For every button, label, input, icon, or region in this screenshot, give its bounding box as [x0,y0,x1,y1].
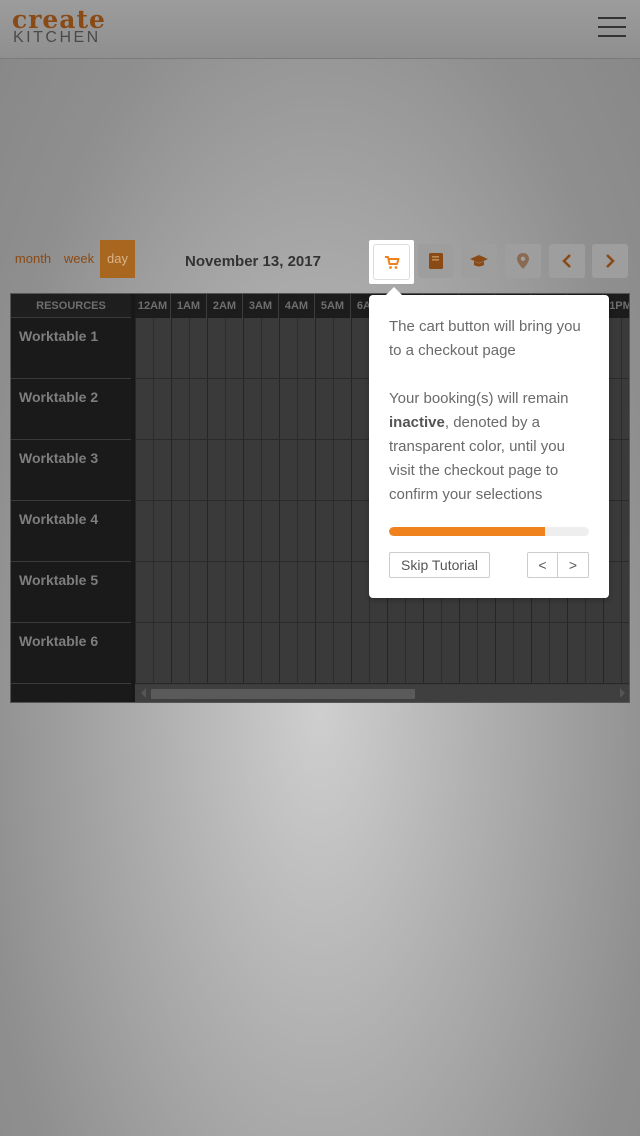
create-kitchen-logo[interactable]: create KITCHEN [12,7,122,50]
tutorial-prev-button[interactable]: < [527,552,558,578]
slot-divider [135,318,136,684]
slot-divider [297,318,298,684]
slot-divider [153,318,154,684]
hour-label: 3AM [243,294,279,318]
slot-divider [243,318,244,684]
tutorial-progress-bar [389,527,589,536]
slot-divider [207,318,208,684]
scroll-right-icon[interactable] [620,688,625,698]
logo-subtitle: KITCHEN [13,29,101,46]
resource-row: Worktable 1 [11,318,131,379]
row-divider [135,683,629,684]
book-button[interactable] [418,244,454,278]
slot-divider [333,318,334,684]
skip-tutorial-button[interactable]: Skip Tutorial [389,552,491,578]
tutorial-text-2: Your booking(s) will remain inactive, de… [389,390,569,503]
row-divider [135,622,629,623]
scrollbar-thumb[interactable] [151,689,415,699]
current-date-title: November 13, 2017 [185,253,321,270]
tutorial-next-button[interactable]: > [558,552,589,578]
hour-label: 1AM [171,294,207,318]
chevron-left-icon [562,254,571,268]
app-header: create KITCHEN [0,0,640,59]
resource-row: Worktable 6 [11,623,131,684]
classes-button[interactable] [461,244,497,278]
tutorial-nav: < > [527,552,589,578]
hour-label: 5AM [315,294,351,318]
resource-row: Worktable 4 [11,501,131,562]
slot-divider [189,318,190,684]
resource-row: Worktable 2 [11,379,131,440]
location-button[interactable] [505,244,541,278]
slot-divider [225,318,226,684]
hour-label: 4AM [279,294,315,318]
view-week-button[interactable]: week [60,240,98,278]
graduation-cap-icon [470,255,488,267]
slot-divider [315,318,316,684]
tutorial-progress-fill [389,527,545,536]
hamburger-icon[interactable] [598,17,628,41]
resource-row: Worktable 3 [11,440,131,501]
tutorial-highlight [369,240,414,284]
view-day-button[interactable]: day [100,240,135,278]
cart-button[interactable] [373,244,410,280]
slot-divider [351,318,352,684]
horizontal-scrollbar[interactable] [135,685,629,702]
slot-divider [621,318,622,684]
slot-divider [279,318,280,684]
tutorial-emphasis: inactive [389,414,445,431]
hour-label: 12AM [135,294,171,318]
view-month-button[interactable]: month [10,240,56,278]
tutorial-popover: The cart button will bring you to a chec… [369,287,609,598]
chevron-right-icon [606,254,615,268]
scroll-left-icon[interactable] [141,688,146,698]
book-icon [429,253,443,269]
tutorial-text-1: The cart button will bring you to a chec… [389,318,581,359]
resource-row: Worktable 5 [11,562,131,623]
slot-divider [261,318,262,684]
slot-divider [171,318,172,684]
next-day-button[interactable] [592,244,628,278]
map-marker-icon [517,253,529,269]
tutorial-footer: Skip Tutorial < > [389,552,589,578]
resources-column: RESOURCES Worktable 1 Worktable 2 Workta… [11,294,131,702]
prev-day-button[interactable] [549,244,585,278]
hour-label: 2AM [207,294,243,318]
cart-icon [384,256,399,269]
resources-header: RESOURCES [11,294,131,318]
